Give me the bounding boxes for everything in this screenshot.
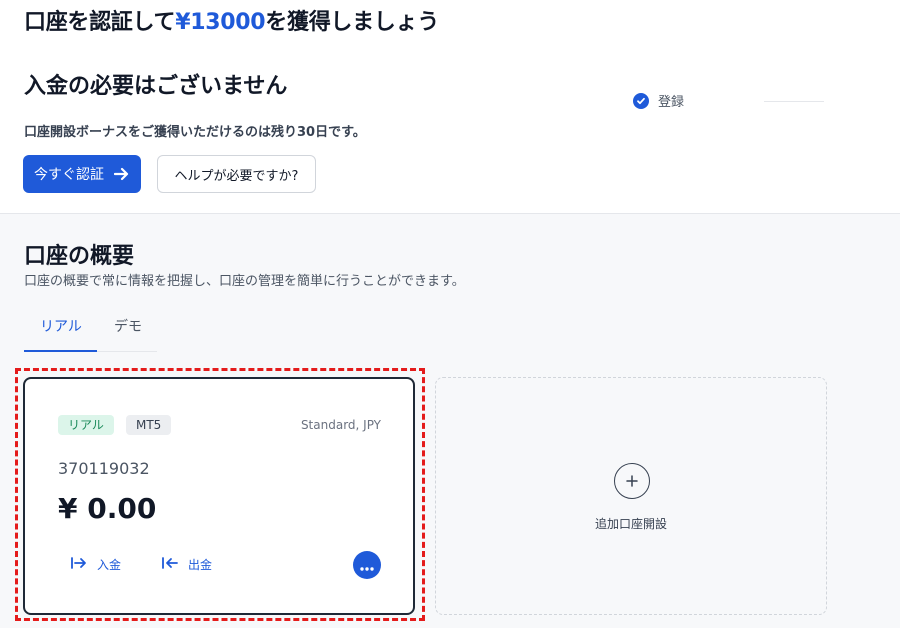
bonus-note: 口座開設ボーナスをご獲得いただけるのは残り30日です。 xyxy=(24,125,366,140)
deposit-label: 入金 xyxy=(97,558,122,572)
step-connector xyxy=(764,101,824,102)
tab-real[interactable]: リアル xyxy=(40,316,82,336)
plus-icon xyxy=(614,463,650,499)
verify-now-button[interactable]: 今すぐ認証 xyxy=(23,155,141,193)
promo-headline-2: 入金の必要はございません xyxy=(24,74,288,99)
headline-post: を獲得しましょう xyxy=(265,10,439,35)
promo-section: 口座を認証して¥13000を獲得しましょう 入金の必要はございません 口座開設ボ… xyxy=(0,0,900,214)
account-overview-section: 口座の概要 口座の概要で常に情報を把握し、口座の管理を簡単に行うことができます。… xyxy=(0,214,900,628)
ellipsis-icon xyxy=(360,556,374,575)
overview-title: 口座の概要 xyxy=(24,244,135,269)
active-tab-indicator xyxy=(24,350,97,352)
step-register: 登録 xyxy=(633,91,684,110)
account-tabs: リアル デモ xyxy=(24,306,157,352)
headline-amount: ¥13000 xyxy=(175,10,266,35)
verify-now-label: 今すぐ認証 xyxy=(34,167,104,183)
tab-demo[interactable]: デモ xyxy=(114,316,142,336)
help-button[interactable]: ヘルプが必要ですか? xyxy=(157,155,316,193)
headline-pre: 口座を認証して xyxy=(24,10,176,35)
arrow-right-icon xyxy=(113,164,130,184)
withdraw-button[interactable]: 出金 xyxy=(162,556,212,573)
check-circle-icon xyxy=(633,92,649,109)
platform-badge: MT5 xyxy=(126,415,172,435)
add-account-label: 追加口座開設 xyxy=(594,517,667,531)
account-type-badge: リアル xyxy=(58,415,114,435)
step-label: 登録 xyxy=(658,95,685,110)
withdraw-icon xyxy=(162,557,178,572)
account-balance: ¥ 0.00 xyxy=(58,492,157,525)
account-type-label: Standard, JPY xyxy=(300,418,381,432)
overview-subtitle: 口座の概要で常に情報を把握し、口座の管理を簡単に行うことができます。 xyxy=(24,274,465,289)
withdraw-label: 出金 xyxy=(188,558,213,572)
more-options-button[interactable] xyxy=(353,551,381,579)
deposit-button[interactable]: 入金 xyxy=(71,556,121,573)
deposit-icon xyxy=(71,557,87,572)
promo-headline: 口座を認証して¥13000を獲得しましょう xyxy=(24,8,464,38)
account-number: 370119032 xyxy=(58,459,150,478)
account-card[interactable]: リアル MT5 Standard, JPY 370119032 ¥ 0.00 入… xyxy=(23,377,415,615)
add-account-card[interactable]: 追加口座開設 xyxy=(435,377,827,615)
